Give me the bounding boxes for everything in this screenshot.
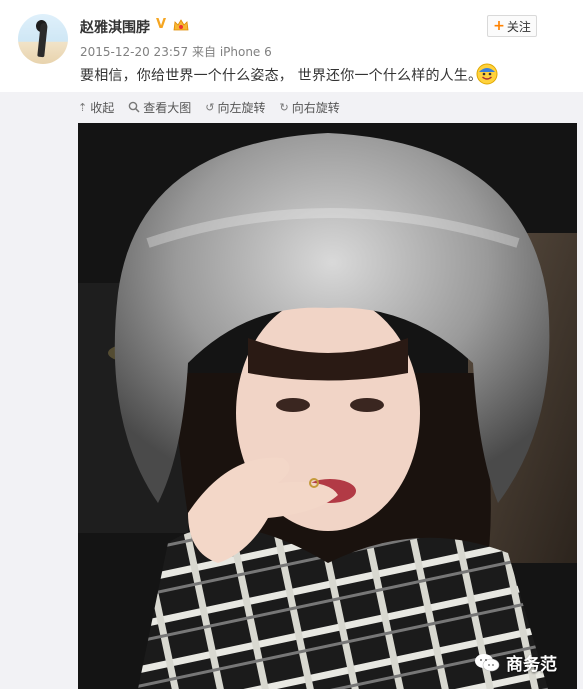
media-toolbar: ⇡ 收起 查看大图 ↺ 向左旋转 ↻ 向右旋转 [78,98,340,116]
plus-icon: + [493,18,505,34]
post-source: iPhone 6 [219,45,272,59]
post-meta: 2015-12-20 23:57 来自 iPhone 6 [80,43,272,60]
rotate-right-icon: ↻ [279,100,289,114]
author-name[interactable]: 赵雅淇围脖 [80,17,150,37]
author-avatar[interactable] [18,14,68,64]
post-text: 要相信，你给世界一个什么姿态， 世界还你一个什么样的人生。 [80,68,483,84]
rotate-right-label: 向右旋转 [291,100,340,115]
follow-label: 关注 [506,19,531,34]
rotate-left-button[interactable]: ↺ 向左旋转 [205,98,265,116]
photo-illustration [78,123,577,689]
smile-face-icon [476,63,498,85]
view-large-button[interactable]: 查看大图 [128,98,191,116]
watermark: 商务范 [474,650,557,675]
media-panel: ⇡ 收起 查看大图 ↺ 向左旋转 ↻ 向右旋转 商务范 [0,92,583,689]
follow-button[interactable]: + 关注 [487,15,537,37]
collapse-button[interactable]: ⇡ 收起 [78,98,114,116]
magnifier-icon [128,101,140,113]
watermark-text: 商务范 [506,655,557,675]
wechat-icon [475,653,500,671]
view-large-label: 查看大图 [143,100,192,115]
rotate-left-label: 向左旋转 [217,100,266,115]
collapse-label: 收起 [90,100,115,115]
member-crown-icon [173,19,189,31]
weibo-post: 赵雅淇围脖 V 2015-12-20 23:57 来自 iPhone 6 + 关… [0,0,583,689]
post-timestamp[interactable]: 2015-12-20 23:57 [80,45,188,59]
rotate-left-icon: ↺ [205,100,215,114]
post-photo[interactable]: 商务范 [78,123,577,689]
arrow-up-icon: ⇡ [78,100,88,114]
rotate-right-button[interactable]: ↻ 向右旋转 [279,98,339,116]
post-source-prefix: 来自 [191,45,216,59]
verified-v-icon: V [156,17,167,32]
